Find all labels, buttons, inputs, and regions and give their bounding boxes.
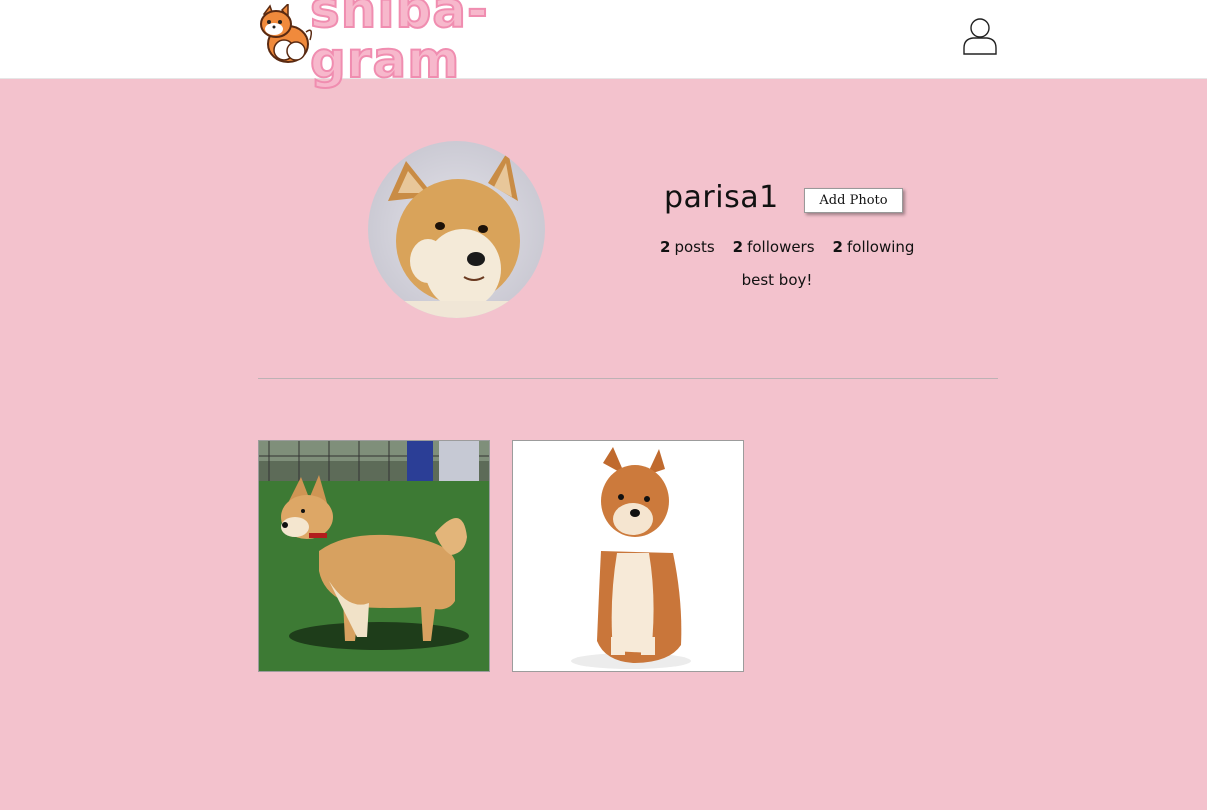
post-thumbnail[interactable]	[258, 440, 490, 672]
top-navigation-bar: shiba-gram	[0, 0, 1207, 86]
followers-label: followers	[747, 238, 815, 256]
following-count: 2	[832, 238, 843, 256]
shiba-standing-on-grass-photo	[259, 441, 489, 671]
following-label: following	[846, 238, 915, 256]
posts-label: posts	[674, 238, 715, 256]
followers-stat[interactable]: 2 followers	[733, 238, 815, 256]
app-logo-text: shiba-gram	[309, 0, 489, 89]
following-stat[interactable]: 2 following	[833, 238, 915, 256]
shiba-mascot-icon	[260, 4, 313, 63]
profile-avatar	[368, 141, 545, 318]
profile-bio: best boy!	[741, 271, 813, 289]
section-divider	[258, 378, 998, 379]
shiba-face-photo	[368, 141, 545, 318]
posts-stat: 2 posts	[660, 238, 715, 256]
followers-count: 2	[732, 238, 744, 256]
user-profile-icon	[963, 18, 997, 55]
user-profile-button[interactable]	[962, 17, 998, 55]
profile-username: parisa1	[664, 180, 779, 215]
app-logo[interactable]: shiba-gram	[256, 0, 636, 86]
add-photo-button[interactable]: Add Photo	[804, 188, 903, 213]
shiba-sitting-white-background-photo	[513, 441, 743, 671]
posts-count: 2	[660, 238, 671, 256]
post-thumbnail[interactable]	[512, 440, 744, 672]
profile-stats: 2 posts 2 followers 2 following	[660, 238, 914, 256]
